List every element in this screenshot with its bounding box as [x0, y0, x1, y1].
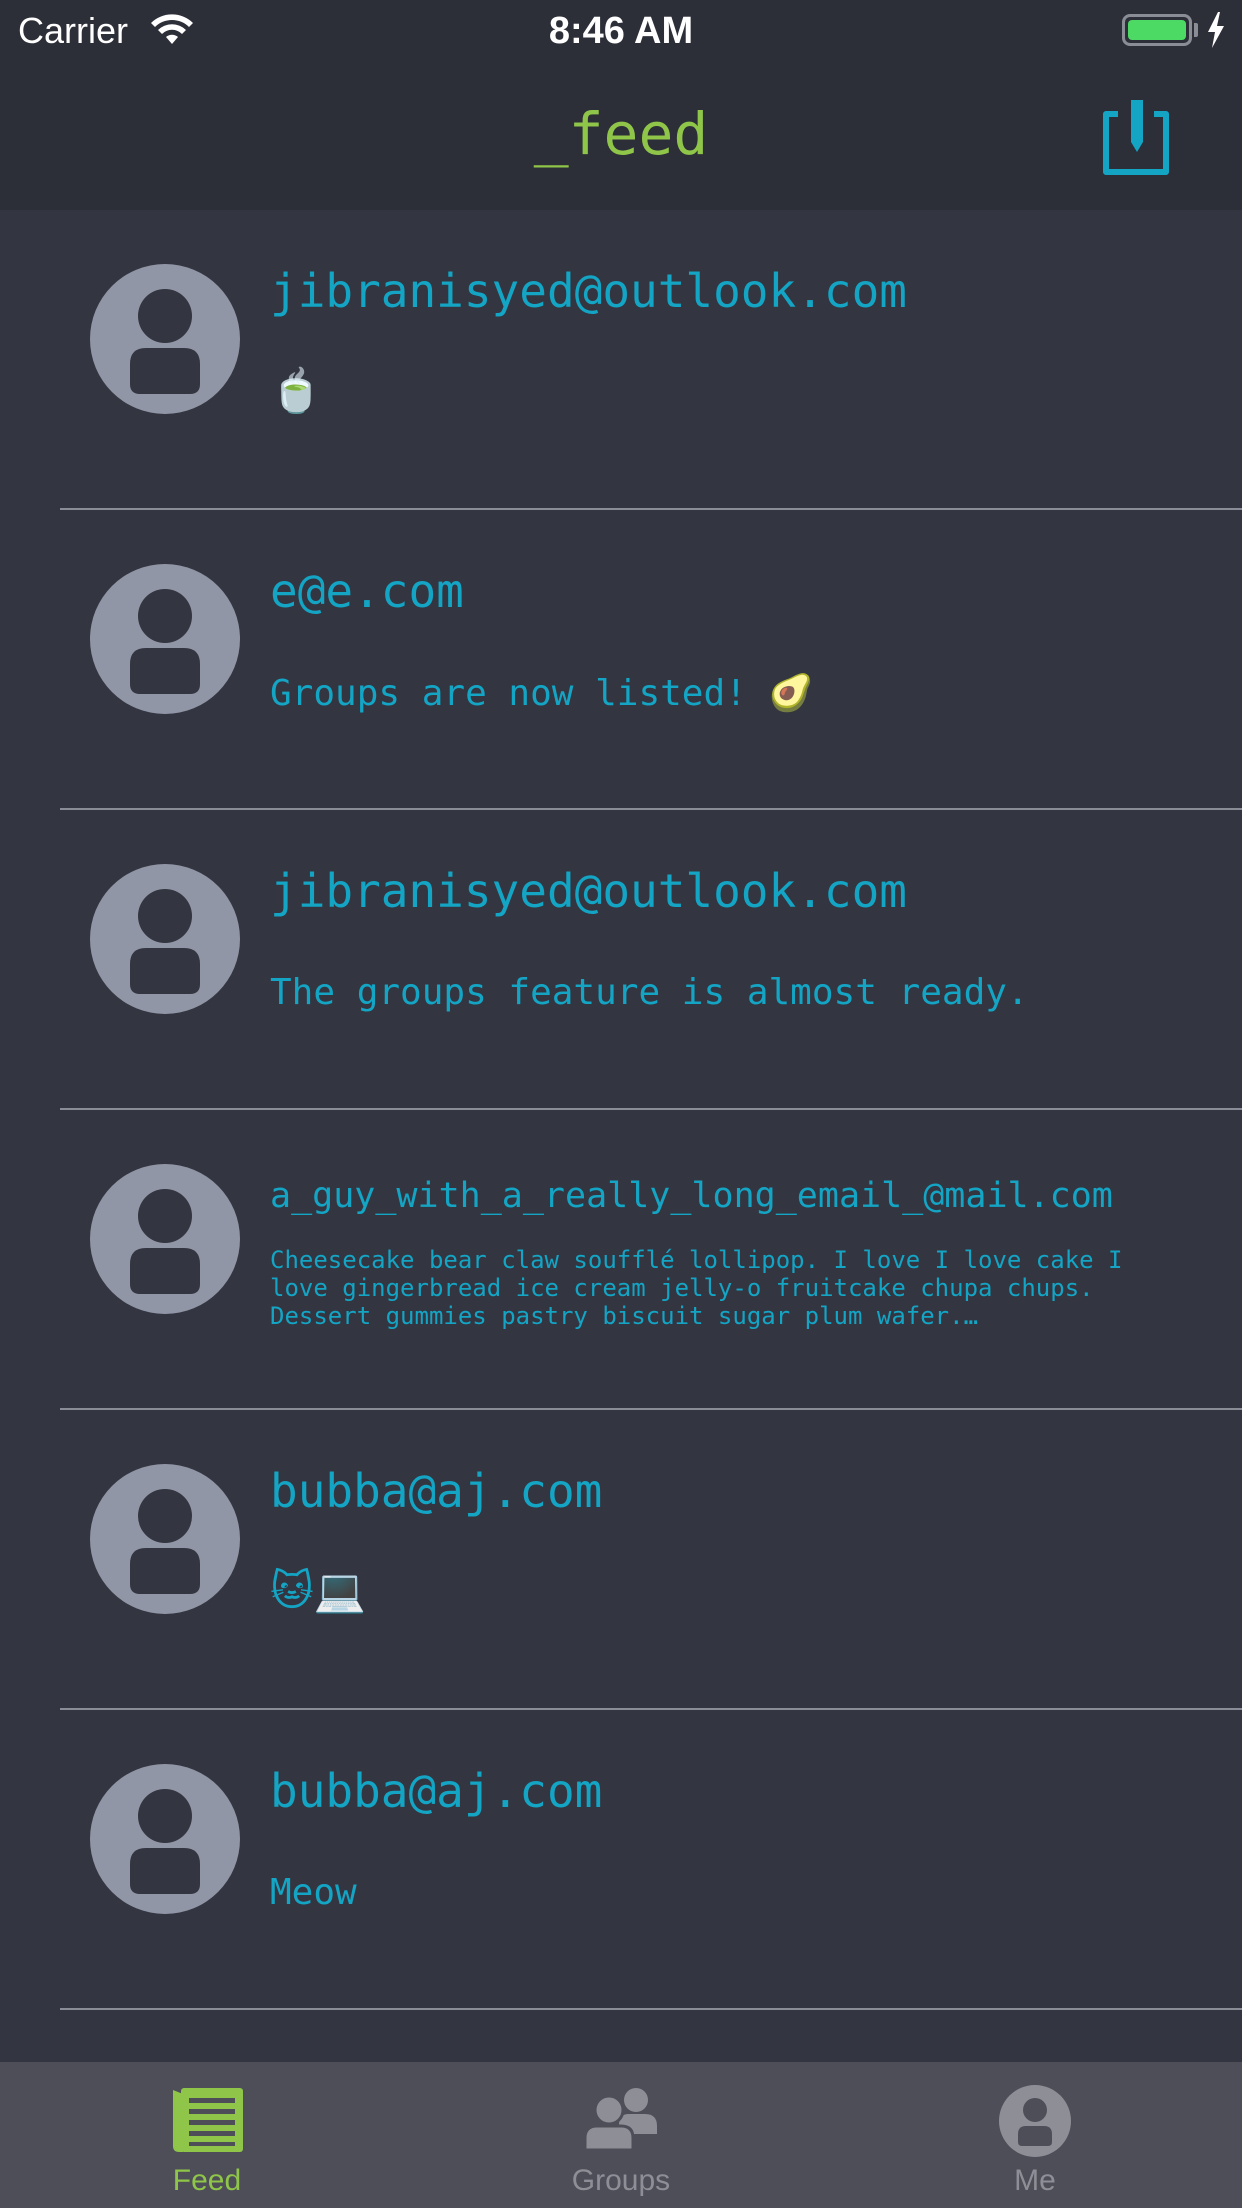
tab-feed[interactable]: Feed	[0, 2062, 414, 2208]
user-icon	[130, 589, 200, 694]
avatar	[90, 1164, 240, 1314]
author-email: a_guy_with_a_really_long_email_@mail.com	[270, 1176, 1113, 1216]
avatar	[90, 564, 240, 714]
divider	[60, 2008, 1242, 2010]
user-icon	[130, 889, 200, 994]
post-text: 🐱💻	[270, 1566, 367, 1615]
status-bar: Carrier 8:46 AM	[0, 0, 1242, 62]
author-email: bubba@aj.com	[270, 1764, 603, 1818]
navigation-bar: _feed	[0, 62, 1242, 210]
avatar	[90, 264, 240, 414]
tab-bar: Feed Groups Me	[0, 2062, 1242, 2208]
battery-icon	[1122, 14, 1192, 46]
author-email: e@e.com	[270, 564, 464, 618]
groups-icon	[581, 2084, 661, 2158]
battery-tip	[1194, 23, 1198, 37]
tab-label: Feed	[172, 2164, 242, 2197]
user-icon	[130, 1489, 200, 1594]
post-text: Groups are now listed! 🥑	[270, 673, 814, 714]
tab-label: Groups	[571, 2164, 671, 2197]
user-icon	[130, 1189, 200, 1294]
avatar	[90, 1464, 240, 1614]
feed-list[interactable]: jibranisyed@outlook.com 🍵 e@e.com Groups…	[0, 210, 1242, 2062]
feed-item[interactable]: jibranisyed@outlook.com The groups featu…	[0, 810, 1242, 1110]
avatar	[90, 1764, 240, 1914]
tab-groups[interactable]: Groups	[414, 2062, 828, 2208]
charging-bolt-icon	[1206, 12, 1226, 53]
feed-item[interactable]: e@e.com Groups are now listed! 🥑	[0, 510, 1242, 810]
user-icon	[130, 1789, 200, 1894]
profile-icon	[998, 2084, 1072, 2162]
feed-icon	[167, 2084, 247, 2158]
post-text: Meow	[270, 1872, 357, 1913]
author-email: jibranisyed@outlook.com	[270, 264, 907, 318]
status-time: 8:46 AM	[548, 10, 694, 52]
user-icon	[130, 289, 200, 394]
feed-item[interactable]: jibranisyed@outlook.com 🍵	[0, 210, 1242, 510]
author-email: jibranisyed@outlook.com	[270, 864, 907, 918]
feed-item[interactable]: bubba@aj.com Meow	[0, 1710, 1242, 2010]
feed-item[interactable]: a_guy_with_a_really_long_email_@mail.com…	[0, 1110, 1242, 1410]
feed-item[interactable]: bubba@aj.com 🐱💻	[0, 1410, 1242, 1710]
post-text: The groups feature is almost ready.	[270, 972, 1029, 1013]
author-email: bubba@aj.com	[270, 1464, 603, 1518]
tab-label: Me	[1014, 2164, 1056, 2197]
tab-me[interactable]: Me	[828, 2062, 1242, 2208]
compose-button[interactable]	[1100, 98, 1174, 178]
avatar	[90, 864, 240, 1014]
post-text: Cheesecake bear claw soufflé lollipop. I…	[270, 1246, 1123, 1330]
page-title: _feed	[533, 100, 709, 168]
post-text: 🍵	[270, 366, 323, 415]
compose-icon	[1103, 100, 1169, 175]
